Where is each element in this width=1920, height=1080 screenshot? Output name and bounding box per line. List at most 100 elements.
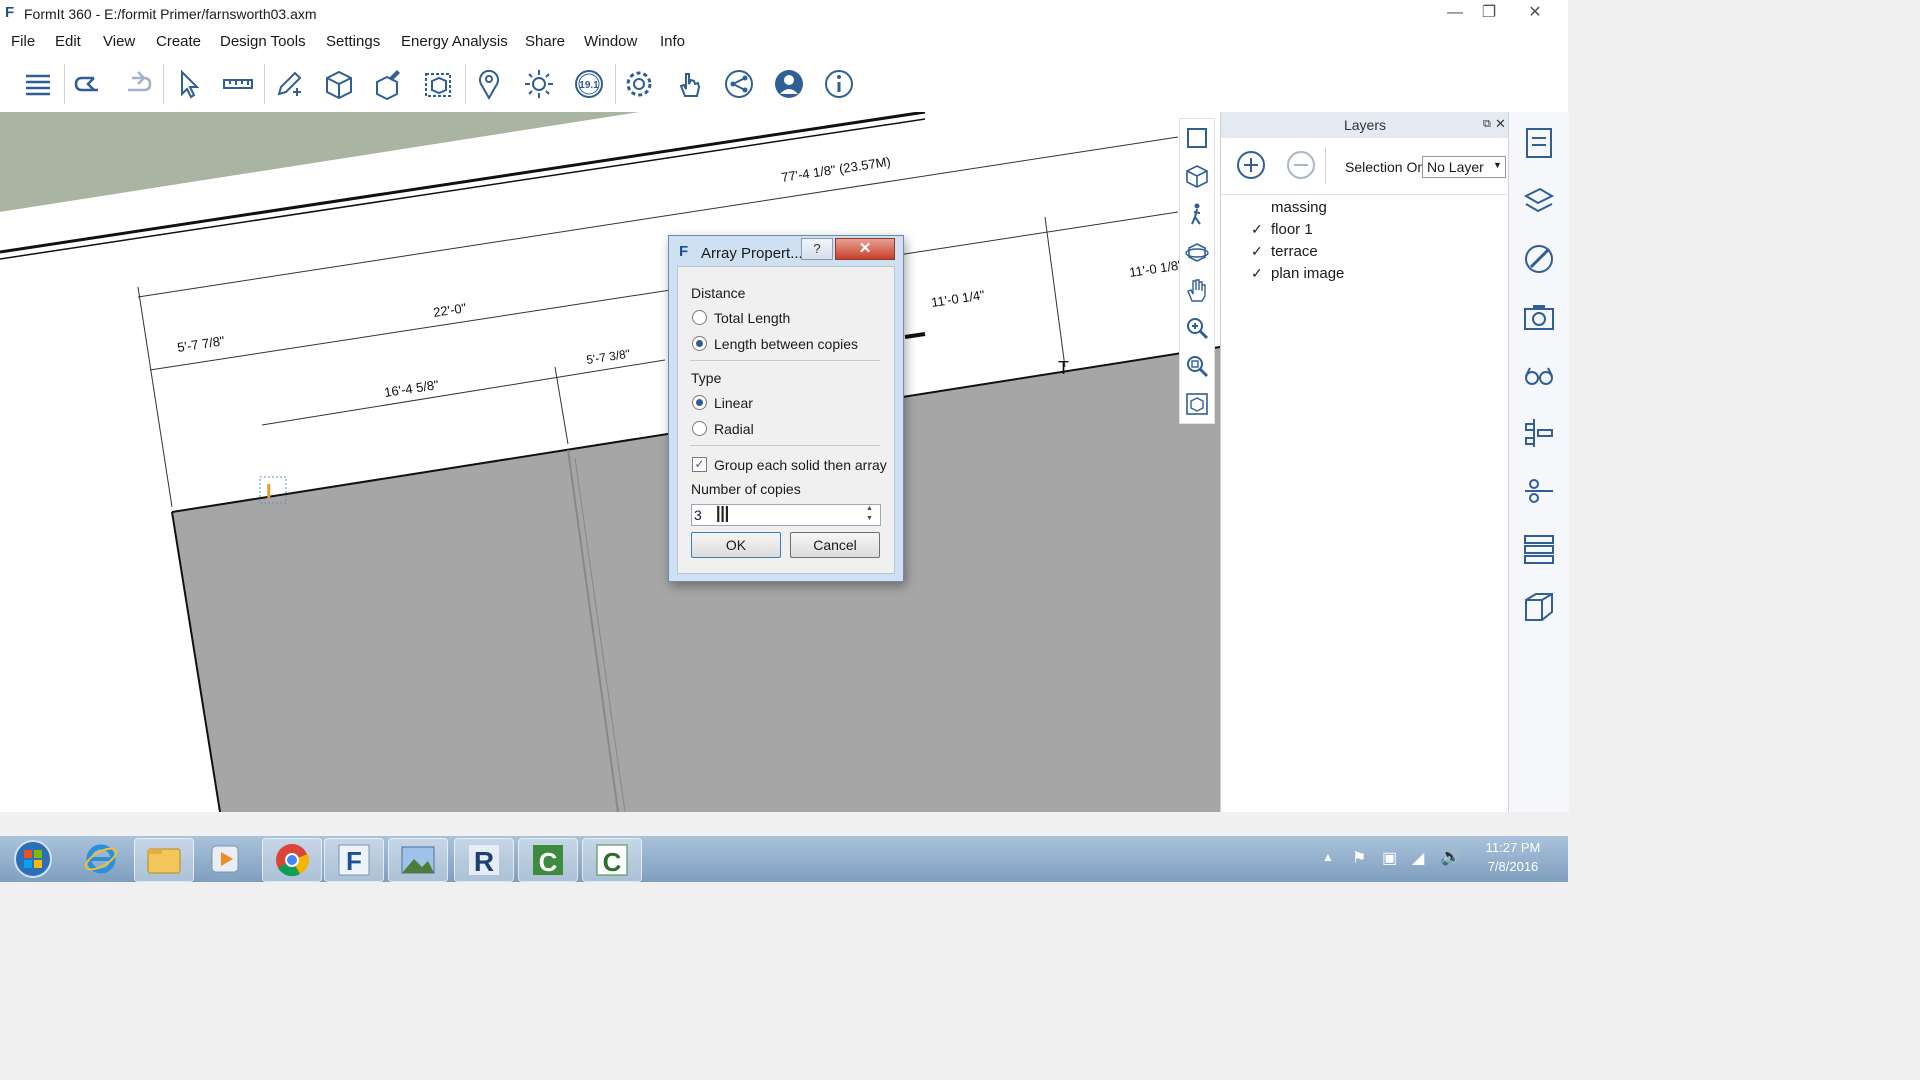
menu-file[interactable]: File [11,33,35,50]
menu-settings[interactable]: Settings [326,33,380,50]
layer-visibility-checkbox[interactable]: ✓ [1251,222,1265,236]
walk-icon[interactable] [1184,201,1210,227]
help-button[interactable]: ? [801,238,833,260]
menu-energy-analysis[interactable]: Energy Analysis [401,33,508,50]
panel-float-icon[interactable]: ⧉ [1483,118,1491,131]
content-library-icon[interactable] [1522,532,1556,566]
minimize-icon[interactable]: — [1438,2,1472,24]
internet-explorer-icon[interactable] [72,838,130,880]
zoom-icon[interactable] [1184,315,1210,341]
select-arrow-icon[interactable] [170,66,206,102]
undo-icon[interactable] [70,66,106,102]
layer-row-plan-image[interactable]: ✓ plan image [1239,263,1507,285]
spin-down-icon[interactable]: ▼ [866,515,873,522]
view-cube-icon[interactable] [1184,163,1210,189]
device-icon[interactable]: ▣ [1382,848,1397,868]
visual-styles-glasses-icon[interactable] [1522,358,1556,392]
layer-visibility-checkbox[interactable]: ✓ [1251,244,1265,258]
restore-icon[interactable]: ❐ [1472,2,1506,24]
camtasia-recorder-icon[interactable]: C [518,838,578,882]
dialog-close-button[interactable]: ✕ [835,238,895,260]
menu-window[interactable]: Window [584,33,637,50]
ok-button[interactable]: OK [691,532,781,558]
panel-close-icon[interactable]: ✕ [1495,116,1506,132]
touch-icon[interactable] [671,66,707,102]
formit-taskbar-icon[interactable]: F [324,838,384,882]
orbit-icon[interactable] [1184,239,1210,265]
user-icon[interactable] [771,66,807,102]
groups-icon[interactable] [1522,474,1556,508]
add-object-icon[interactable] [371,66,407,102]
volume-icon[interactable]: 🔊 [1440,847,1461,867]
layer-name: floor 1 [1271,221,1313,238]
radial-label[interactable]: Radial [714,421,754,437]
spin-up-icon[interactable]: ▲ [866,505,873,512]
linear-label[interactable]: Linear [714,395,753,411]
photo-viewer-icon[interactable] [388,838,448,882]
materials-icon[interactable] [1522,242,1556,276]
start-button[interactable] [6,838,60,880]
menu-info[interactable]: Info [660,33,685,50]
menu-edit[interactable]: Edit [55,33,81,50]
zoom-window-icon[interactable] [1184,353,1210,379]
layer-visibility-checkbox[interactable] [1251,200,1265,214]
system-clock[interactable]: 11:27 PM 7/8/2016 [1470,840,1556,880]
camtasia-studio-icon[interactable]: C [582,838,642,882]
cancel-button[interactable]: Cancel [790,532,880,558]
location-pin-icon[interactable] [471,66,507,102]
zoom-selected-icon[interactable] [1184,391,1210,417]
chevron-down-icon: ▼ [1493,160,1502,170]
layers-panel: Layers ⧉ ✕ Selection On No Layer ▼ massi… [1220,112,1509,812]
file-explorer-icon[interactable] [134,838,194,882]
media-player-icon[interactable] [196,838,254,880]
info-icon[interactable] [821,66,857,102]
menu-create[interactable]: Create [156,33,201,50]
radial-radio[interactable] [692,421,707,436]
action-center-flag-icon[interactable]: ⚑ [1352,848,1366,868]
version-badge-icon[interactable]: 19.1 [571,66,607,102]
model-canvas[interactable]: 77'-4 1/8" (23.57M) 22'-0" 5'-7 7/8" 5'-… [0,112,1220,812]
measure-icon[interactable] [220,66,256,102]
length-between-copies-radio[interactable] [692,336,707,351]
sketch-pencil-icon[interactable] [271,66,307,102]
chrome-icon[interactable] [262,838,322,882]
redo-icon[interactable] [120,66,156,102]
levels-icon[interactable] [1522,416,1556,450]
group-icon[interactable] [421,66,457,102]
list-icon[interactable] [20,66,56,102]
menu-design-tools[interactable]: Design Tools [220,33,306,50]
share-icon[interactable] [721,66,757,102]
linear-radio[interactable] [692,395,707,410]
length-between-copies-label[interactable]: Length between copies [714,336,858,352]
properties-icon[interactable] [1522,126,1556,160]
total-length-label[interactable]: Total Length [714,310,790,326]
navigation-toolbar [1179,118,1215,424]
selection-layer-dropdown[interactable]: No Layer ▼ [1422,156,1506,178]
layer-row-massing[interactable]: massing [1239,197,1507,219]
layer-visibility-checkbox[interactable]: ✓ [1251,266,1265,280]
menu-view[interactable]: View [103,33,135,50]
layers-icon[interactable] [1522,184,1556,218]
layer-row-floor-1[interactable]: ✓ floor 1 [1239,219,1507,241]
add-layer-icon[interactable] [1236,150,1266,180]
dialog-title: Array Propert... [701,245,803,262]
add-cube-icon[interactable] [321,66,357,102]
menu-share[interactable]: Share [525,33,565,50]
remove-layer-icon[interactable] [1286,150,1316,180]
network-signal-icon[interactable]: ◢ [1412,848,1424,868]
zoom-extents-icon[interactable] [1184,125,1210,151]
total-length-radio[interactable] [692,310,707,325]
settings-gear-icon[interactable] [621,66,657,102]
cube-library-icon[interactable] [1522,590,1556,624]
layer-row-terrace[interactable]: ✓ terrace [1239,241,1507,263]
show-hidden-icons-icon[interactable]: ▲ [1322,850,1334,864]
scenes-camera-icon[interactable] [1522,300,1556,334]
layers-panel-title: Layers [1221,112,1509,138]
close-icon[interactable]: ✕ [1518,2,1552,24]
group-each-solid-checkbox[interactable]: ✓ [692,457,707,472]
revit-icon[interactable]: R [454,838,514,882]
pan-hand-icon[interactable] [1184,277,1210,303]
sun-icon[interactable] [521,66,557,102]
clock-date: 7/8/2016 [1487,859,1539,874]
group-each-solid-label[interactable]: Group each solid then array [714,457,887,473]
